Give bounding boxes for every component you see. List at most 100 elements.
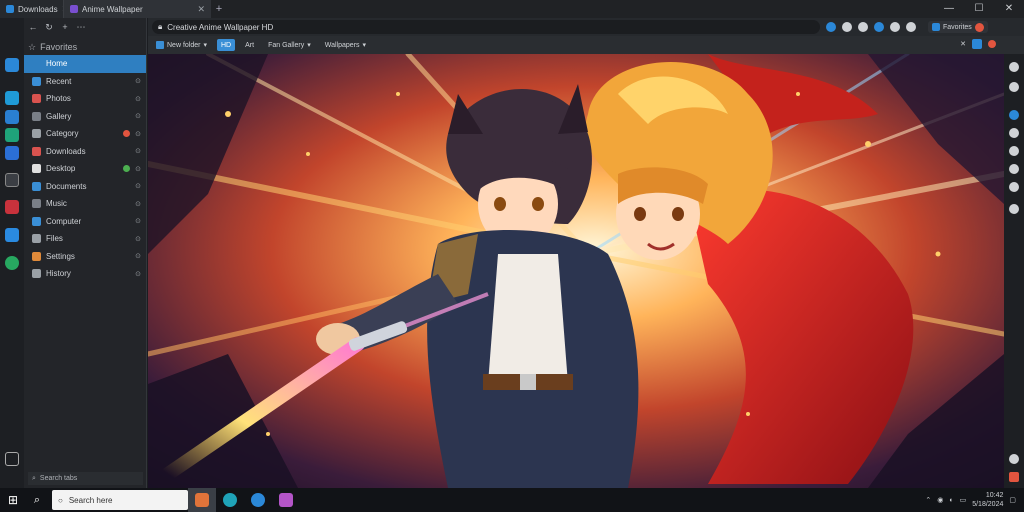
sidebar-header-label: Favorites — [40, 42, 78, 52]
sidebar-item[interactable]: History ⊙ — [24, 265, 146, 283]
cloud-icon[interactable] — [5, 110, 19, 124]
sidebar-item-label: Recent — [46, 76, 72, 86]
mail-icon[interactable] — [5, 58, 19, 72]
add-icon[interactable]: + — [60, 22, 70, 32]
sidebar-item[interactable]: Recent ⊙ — [24, 73, 146, 91]
sidebar-item-label: History — [46, 269, 71, 279]
spotify-icon[interactable] — [5, 256, 19, 270]
tab-downloads[interactable]: Downloads ✕ — [0, 0, 63, 18]
outlook-icon[interactable] — [1009, 182, 1019, 192]
chevron-up-icon[interactable]: ⌃ — [925, 496, 931, 504]
item-tail-icon[interactable]: ⊙ — [135, 77, 141, 85]
extension-icon[interactable] — [826, 22, 836, 32]
extension-icon[interactable] — [858, 22, 868, 32]
search-icon[interactable] — [1009, 62, 1019, 72]
taskbar-app-active[interactable] — [188, 488, 216, 512]
minimize-button[interactable]: — — [934, 0, 964, 18]
feedback-icon[interactable] — [1009, 472, 1019, 482]
search-icon[interactable]: ⌕ — [26, 494, 48, 507]
sidebar-item-label: Computer — [46, 216, 82, 226]
taskbar-app-explorer[interactable] — [244, 488, 272, 512]
notification-icon[interactable]: ▢ — [1009, 496, 1016, 504]
battery-icon[interactable]: ▭ — [960, 496, 967, 504]
sidebar-item[interactable]: Settings ⊙ — [24, 248, 146, 266]
sidebar-item[interactable]: Home — [24, 55, 146, 73]
extension-icon[interactable] — [890, 22, 900, 32]
profile-button[interactable]: Favorites — [928, 21, 988, 33]
taskbar-app-edge[interactable] — [216, 488, 244, 512]
maximize-button[interactable]: ☐ — [964, 0, 994, 18]
bookmarks-right: ✕ — [960, 39, 996, 49]
bookmark-art[interactable]: Art — [241, 39, 258, 51]
item-tail-icon[interactable]: ⊙ — [135, 95, 141, 103]
item-tail-icon[interactable]: ⊙ — [135, 182, 141, 190]
tab-label: Downloads — [18, 4, 58, 14]
item-icon — [32, 94, 41, 104]
item-tail-icon[interactable]: ⊙ — [135, 217, 141, 225]
menu-icon[interactable]: ⋯ — [76, 22, 86, 33]
item-tail-icon[interactable]: ⊙ — [135, 270, 141, 278]
edge-icon[interactable] — [5, 146, 19, 160]
item-tail-icon[interactable]: ⊙ — [135, 235, 141, 243]
bookmark-hd[interactable]: HD — [216, 39, 236, 51]
item-tail-icon[interactable]: ⊙ — [135, 147, 141, 155]
new-tab-button[interactable]: + — [211, 3, 227, 15]
right-toolbar — [1004, 54, 1024, 488]
copilot-icon[interactable] — [1009, 110, 1019, 120]
sidebar-item[interactable]: Photos ⊙ — [24, 90, 146, 108]
item-tail-icon[interactable]: ⊙ — [135, 252, 141, 260]
sidebar-item[interactable]: Downloads ⊙ — [24, 143, 146, 161]
sidebar-header[interactable]: ☆ Favorites — [28, 38, 142, 56]
settings-icon[interactable] — [5, 452, 19, 466]
extension-icon[interactable] — [842, 22, 852, 32]
close-icon[interactable]: ✕ — [960, 40, 966, 48]
tab-wallpaper[interactable]: Anime Wallpaper ✕ — [63, 0, 211, 18]
item-tail-icon[interactable]: ⊙ — [135, 112, 141, 120]
sidebar-item-label: Music — [46, 199, 67, 209]
bookmark-new-folder[interactable]: New folder ▾ — [152, 39, 211, 51]
bookmark-wallpapers[interactable]: Wallpapers ▾ — [321, 39, 370, 51]
chat-icon[interactable] — [5, 128, 19, 142]
close-window-button[interactable]: ✕ — [994, 0, 1024, 18]
settings-icon[interactable] — [1009, 454, 1019, 464]
item-tail-icon[interactable]: ⊙ — [135, 130, 141, 138]
bookmark-label: HD — [220, 41, 232, 49]
extension-icon[interactable] — [874, 22, 884, 32]
bookmark-fan-gallery[interactable]: Fan Gallery ▾ — [264, 39, 315, 51]
item-tail-icon[interactable]: ⊙ — [135, 200, 141, 208]
item-tail-icon[interactable]: ⊙ — [135, 165, 141, 173]
games-icon[interactable] — [1009, 146, 1019, 156]
clock[interactable]: 10:42 5/18/2024 — [972, 491, 1003, 509]
bookmark-icon[interactable] — [5, 200, 19, 214]
back-icon[interactable]: ← — [28, 22, 38, 32]
taskbar-search[interactable]: ○ Search here — [52, 490, 188, 510]
network-icon[interactable]: ◉ — [937, 496, 943, 504]
windows-start-icon[interactable]: ⊞ — [0, 493, 26, 507]
add-icon[interactable] — [1009, 204, 1019, 214]
check-icon[interactable] — [5, 91, 19, 105]
sidebar-item[interactable]: Category ⊙ — [24, 125, 146, 143]
reader-icon[interactable] — [972, 39, 982, 49]
record-icon[interactable] — [988, 40, 996, 48]
tools-icon[interactable] — [1009, 82, 1019, 92]
shopping-icon[interactable] — [1009, 128, 1019, 138]
sidebar-item[interactable]: Desktop ⊙ — [24, 160, 146, 178]
address-bar[interactable]: 🔒︎ Creative Anime Wallpaper HD — [152, 20, 820, 34]
sidebar-footer[interactable]: ⌕ Search tabs — [28, 472, 143, 485]
camera-icon[interactable] — [5, 173, 19, 187]
store-icon[interactable] — [5, 228, 19, 242]
close-tab-icon[interactable]: ✕ — [197, 4, 205, 15]
sidebar-item[interactable]: Music ⊙ — [24, 195, 146, 213]
sidebar-item[interactable]: Gallery ⊙ — [24, 108, 146, 126]
taskbar-app-store[interactable] — [272, 488, 300, 512]
refresh-icon[interactable]: ↻ — [44, 22, 54, 33]
extension-icons — [826, 18, 916, 36]
office-icon[interactable] — [1009, 164, 1019, 174]
sidebar-item[interactable]: Documents ⊙ — [24, 178, 146, 196]
sidebar-item[interactable]: Computer ⊙ — [24, 213, 146, 231]
lock-icon: 🔒︎ — [158, 22, 163, 31]
extension-icon[interactable] — [906, 22, 916, 32]
volume-icon[interactable]: ◐ — [949, 497, 953, 504]
folder-icon — [6, 5, 14, 13]
sidebar-item[interactable]: Files ⊙ — [24, 230, 146, 248]
